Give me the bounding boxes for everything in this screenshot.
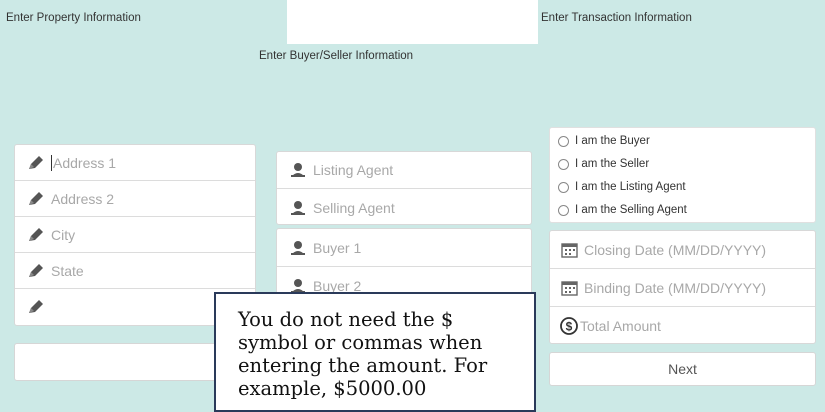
address2-placeholder: Address 2 <box>51 190 115 207</box>
buyer-seller-header: Enter Buyer/Seller Information <box>259 50 414 62</box>
radio-button[interactable] <box>558 181 569 193</box>
pencil-icon <box>25 227 47 243</box>
radio-button[interactable] <box>558 158 569 170</box>
role-listing-agent-label: I am the Listing Agent <box>575 181 686 193</box>
pencil-icon <box>25 263 47 279</box>
calendar-icon <box>560 280 578 296</box>
city-field[interactable]: City <box>15 217 255 253</box>
role-listing-agent-option[interactable]: I am the Listing Agent <box>558 181 686 193</box>
address1-field[interactable]: Address 1 <box>15 145 255 181</box>
role-selling-agent-option[interactable]: I am the Selling Agent <box>558 204 687 216</box>
dollar-icon: $ <box>560 317 578 335</box>
total-amount-placeholder: Total Amount <box>580 318 661 334</box>
radio-button[interactable] <box>558 135 569 147</box>
svg-text:$: $ <box>566 320 573 334</box>
pencil-icon <box>25 155 47 171</box>
calendar-icon <box>560 242 578 258</box>
role-buyer-option[interactable]: I am the Buyer <box>558 135 650 147</box>
city-placeholder: City <box>51 226 76 243</box>
person-icon <box>289 240 307 256</box>
role-buyer-label: I am the Buyer <box>575 135 650 147</box>
role-radio-group: I am the Buyer I am the Seller I am the … <box>549 127 816 223</box>
closing-date-field[interactable]: Closing Date (MM/DD/YYYY) <box>550 231 815 269</box>
role-seller-label: I am the Seller <box>575 158 650 170</box>
person-icon <box>289 162 307 178</box>
agent-fields-group: Listing Agent Selling Agent <box>276 151 532 225</box>
state-placeholder: State <box>51 262 84 279</box>
transaction-header: Enter Transaction Information <box>541 12 692 24</box>
buyer1-placeholder: Buyer 1 <box>313 239 362 256</box>
state-field[interactable]: State <box>15 253 255 289</box>
transaction-fields-group: Closing Date (MM/DD/YYYY) Binding Date (… <box>549 230 816 344</box>
radio-button[interactable] <box>558 204 569 216</box>
next-button[interactable]: Next <box>549 352 816 386</box>
listing-agent-placeholder: Listing Agent <box>313 162 394 178</box>
buyer1-field[interactable]: Buyer 1 <box>277 229 531 267</box>
address2-field[interactable]: Address 2 <box>15 181 255 217</box>
binding-date-field[interactable]: Binding Date (MM/DD/YYYY) <box>550 269 815 307</box>
selling-agent-placeholder: Selling Agent <box>313 199 395 216</box>
header-whitespace <box>287 0 538 44</box>
property-header: Enter Property Information <box>6 12 141 24</box>
listing-agent-field[interactable]: Listing Agent <box>277 152 531 189</box>
role-seller-option[interactable]: I am the Seller <box>558 158 649 170</box>
pencil-icon <box>25 191 47 207</box>
address1-placeholder: Address 1 <box>53 154 117 171</box>
role-selling-agent-label: I am the Selling Agent <box>575 204 687 216</box>
pencil-icon <box>25 299 47 315</box>
person-icon <box>289 200 307 216</box>
total-amount-field[interactable]: $ Total Amount <box>550 307 815 345</box>
binding-date-placeholder: Binding Date (MM/DD/YYYY) <box>584 279 767 296</box>
selling-agent-field[interactable]: Selling Agent <box>277 189 531 226</box>
closing-date-placeholder: Closing Date (MM/DD/YYYY) <box>584 241 767 258</box>
amount-hint-callout: You do not need the $ symbol or commas w… <box>214 292 536 412</box>
